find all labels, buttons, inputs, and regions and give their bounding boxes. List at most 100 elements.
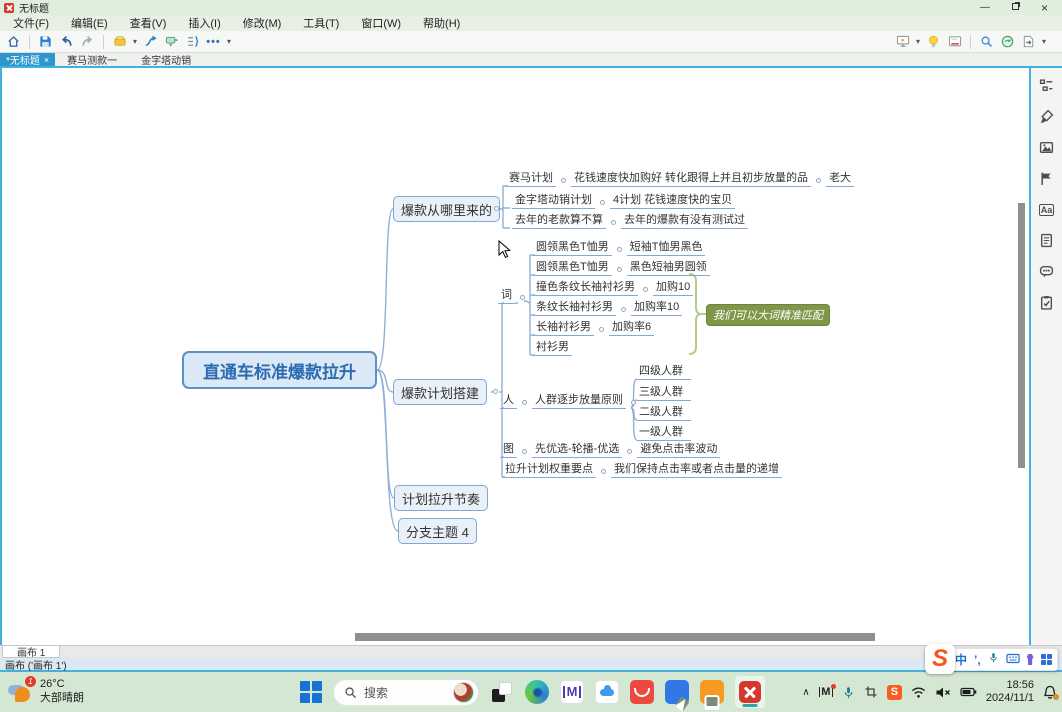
search-highlight-avatar[interactable] (453, 682, 474, 703)
export-button[interactable] (1018, 32, 1039, 51)
branch-where-hot-items-come-from[interactable]: 爆款从哪里来的 (393, 196, 500, 222)
tab-jinzita-dongxiao[interactable]: 金字塔动销 (129, 53, 203, 66)
topic-text[interactable]: 加购率10 (631, 301, 682, 316)
topic-row[interactable]: 条纹长袖衬衫男 加购率10 (533, 301, 682, 316)
restore-button[interactable] (1012, 3, 1019, 13)
menu-view[interactable]: 查看(V) (119, 15, 178, 31)
audience-level-4[interactable]: 四级人群 (637, 365, 691, 380)
topic-text[interactable]: 去年的爆款有没有测试过 (621, 214, 748, 229)
battery-icon[interactable] (960, 686, 977, 698)
topic-row[interactable]: 圆领黑色T恤男 黑色短袖男圆领 (533, 261, 710, 276)
share-button[interactable] (997, 32, 1018, 51)
topic-text[interactable]: 黑色短袖男圆领 (627, 261, 710, 276)
topic-text[interactable]: 人群逐步放量原则 (532, 394, 626, 409)
sogou-toolbox-icon[interactable] (1041, 654, 1053, 666)
menu-modify[interactable]: 修改(M) (232, 15, 293, 31)
camera-app-icon[interactable] (700, 680, 724, 704)
topic-text[interactable]: 花钱速度快加购好 转化跟得上并且初步放量的品 (571, 172, 811, 187)
sogou-logo-icon[interactable]: S (925, 644, 955, 674)
topic-text[interactable]: 加购率6 (609, 321, 654, 336)
collapse-dot[interactable] (816, 178, 821, 183)
topic-text[interactable]: 加购10 (653, 281, 693, 296)
close-button[interactable]: × (1041, 3, 1048, 13)
collapse-dot[interactable] (493, 389, 498, 394)
topic-text[interactable]: 老大 (826, 172, 854, 187)
topic-text[interactable]: 词 (498, 289, 515, 304)
tray-m-app-icon[interactable]: M (819, 687, 833, 697)
topic-text[interactable]: 避免点击率波动 (637, 443, 720, 458)
taskbar-weather[interactable]: 1 26°C 大部晴朗 (8, 677, 84, 705)
collapse-dot[interactable] (617, 267, 622, 272)
pointer-app-icon[interactable] (665, 680, 689, 704)
topic-text[interactable]: 撞色条纹长袖衬衫男 (533, 281, 638, 296)
save-button[interactable] (35, 32, 56, 51)
central-topic[interactable]: 直通车标准爆款拉升 (182, 351, 377, 389)
outline-panel-button[interactable] (1038, 77, 1056, 94)
home-button[interactable] (3, 32, 24, 51)
collapse-dot[interactable] (600, 200, 605, 205)
topic-text[interactable]: 我们保持点击率或者点击量的递增 (611, 463, 782, 478)
collapse-dot[interactable] (611, 220, 616, 225)
mindmap-canvas[interactable]: 直通车标准爆款拉升 爆款从哪里来的 爆款计划搭建 计划拉升节奏 分支主题 4 赛… (0, 68, 1031, 645)
cloud-app-icon[interactable] (595, 680, 619, 704)
callout-button[interactable] (161, 32, 182, 51)
summary-callout[interactable]: 我们可以大词精准匹配 (706, 304, 830, 326)
wifi-icon[interactable] (911, 686, 926, 699)
topic-row[interactable]: 赛马计划 花钱速度快加购好 转化跟得上并且初步放量的品 老大 (506, 172, 854, 187)
task-view-button[interactable] (490, 680, 514, 704)
undo-button[interactable] (56, 32, 77, 51)
collapse-dot[interactable] (621, 307, 626, 312)
tray-microphone-icon[interactable] (842, 685, 855, 700)
topic-text[interactable]: 短袖T恤男黑色 (627, 241, 706, 256)
topic-text[interactable]: 图 (500, 443, 517, 458)
audience-level-3[interactable]: 三级人群 (637, 386, 691, 401)
redo-button[interactable] (77, 32, 98, 51)
start-button[interactable] (300, 681, 322, 703)
mind-app-icon[interactable]: M (560, 680, 584, 704)
menu-insert[interactable]: 插入(I) (177, 15, 231, 31)
theme-style-button[interactable] (109, 32, 130, 51)
vertical-scrollbar[interactable] (1018, 203, 1025, 468)
branch-plan-lift-rhythm[interactable]: 计划拉升节奏 (394, 485, 488, 511)
slide-preview-button[interactable] (944, 32, 965, 51)
tray-chevron-icon[interactable]: ∧ (802, 687, 809, 698)
collapse-dot[interactable] (627, 449, 632, 454)
topic-row[interactable]: 图 先优选-轮播-优选 避免点击率波动 (500, 443, 720, 458)
collapse-dot[interactable] (601, 469, 606, 474)
topic-row[interactable]: 人 人群逐步放量原则 (500, 394, 641, 409)
topic-row[interactable]: 金字塔动销计划 4计划 花钱速度快的宝贝 (512, 194, 735, 209)
collapse-dot[interactable] (561, 178, 566, 183)
topic-text[interactable]: 4计划 花钱速度快的宝贝 (610, 194, 735, 209)
topic-text[interactable]: 去年的老款算不算 (512, 214, 606, 229)
topic-row[interactable]: 拉升计划权重要点 我们保持点击率或者点击量的递增 (502, 463, 782, 478)
audience-level-1[interactable]: 一级人群 (637, 426, 691, 441)
menu-edit[interactable]: 编辑(E) (60, 15, 119, 31)
topic-row[interactable]: 衬衫男 (533, 341, 572, 356)
topic-row[interactable]: 去年的老款算不算 去年的爆款有没有测试过 (512, 214, 748, 229)
topic-row[interactable]: 词 (498, 289, 530, 304)
task-panel-button[interactable] (1038, 294, 1056, 311)
presentation-button[interactable] (892, 32, 913, 51)
format-panel-button[interactable] (1038, 108, 1056, 125)
topic-text[interactable]: 先优选-轮播-优选 (532, 443, 622, 458)
relationship-button[interactable] (140, 32, 161, 51)
menu-file[interactable]: 文件(F) (2, 15, 60, 31)
sogou-keyboard-icon[interactable] (1006, 651, 1020, 669)
edge-browser-icon[interactable] (525, 680, 549, 704)
red-app-icon[interactable] (630, 680, 654, 704)
theme-style-caret[interactable]: ▾ (130, 37, 140, 46)
topic-text[interactable]: 衬衫男 (533, 341, 572, 356)
collapse-dot[interactable] (599, 327, 604, 332)
collapse-dot[interactable] (520, 295, 525, 300)
sogou-chinese-mode-icon[interactable]: 中 (955, 651, 967, 668)
collapse-dot[interactable] (522, 400, 527, 405)
menu-tools[interactable]: 工具(T) (292, 15, 350, 31)
note-panel-button[interactable] (1038, 232, 1056, 249)
sogou-input-bar[interactable]: S 中 ’, (926, 648, 1058, 671)
topic-row[interactable]: 撞色条纹长袖衬衫男 加购10 (533, 281, 693, 296)
sogou-mic-icon[interactable] (988, 651, 999, 669)
menu-help[interactable]: 帮助(H) (412, 15, 471, 31)
topic-text[interactable]: 拉升计划权重要点 (502, 463, 596, 478)
idea-button[interactable] (923, 32, 944, 51)
collapse-dot[interactable] (494, 206, 499, 211)
